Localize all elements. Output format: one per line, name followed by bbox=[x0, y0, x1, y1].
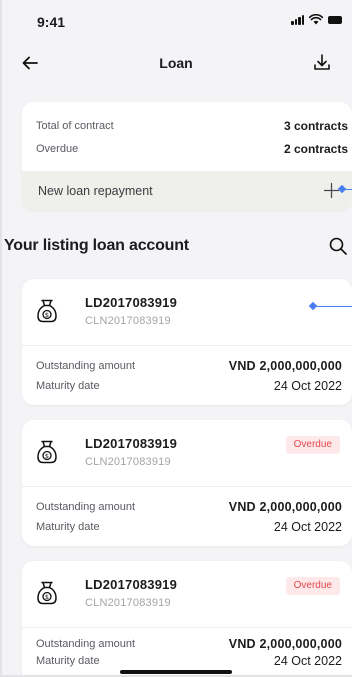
outstanding-value: VND 2,000,000,000 bbox=[228, 359, 342, 373]
total-contract-value: 3 contracts bbox=[283, 119, 348, 133]
maturity-label: Maturity date bbox=[36, 521, 100, 533]
outstanding-label: Outstanding amount bbox=[36, 360, 136, 372]
maturity-row: Maturity date 24 Oct 2022 bbox=[36, 379, 342, 393]
money-bag-icon: $ bbox=[37, 440, 57, 464]
svg-text:$: $ bbox=[45, 593, 49, 601]
loan-cln: CLN2017083919 bbox=[85, 456, 171, 468]
outstanding-value: VND 2,000,000,000 bbox=[228, 500, 342, 514]
annotation-line bbox=[342, 188, 352, 190]
battery-icon bbox=[328, 15, 342, 24]
loan-id: LD2017083919 bbox=[85, 295, 178, 310]
overdue-badge: Overdue bbox=[285, 577, 340, 595]
loan-card[interactable]: $ LD2017083919 CLN2017083919 Outstanding… bbox=[22, 279, 352, 405]
outstanding-row: Outstanding amount VND 2,000,000,000 bbox=[36, 359, 342, 373]
money-bag-icon: $ bbox=[37, 299, 57, 323]
maturity-label: Maturity date bbox=[36, 655, 100, 667]
money-bag-icon: $ bbox=[37, 581, 57, 605]
outstanding-row: Outstanding amount VND 2,000,000,000 bbox=[36, 500, 342, 514]
maturity-row: Maturity date 24 Oct 2022 bbox=[36, 520, 342, 534]
app-header: Loan bbox=[0, 44, 352, 82]
loan-card[interactable]: $ LD2017083919 CLN2017083919 Overdue Out… bbox=[22, 420, 352, 546]
maturity-value: 24 Oct 2022 bbox=[273, 654, 342, 668]
status-bar: 9:41 bbox=[0, 0, 352, 44]
overdue-row: Overdue 2 contracts bbox=[36, 142, 348, 156]
loan-id: LD2017083919 bbox=[85, 577, 178, 592]
total-contract-row: Total of contract 3 contracts bbox=[36, 119, 348, 133]
overdue-badge: Overdue bbox=[285, 436, 340, 454]
svg-text:$: $ bbox=[45, 452, 49, 460]
overdue-value: 2 contracts bbox=[283, 142, 348, 156]
divider bbox=[22, 486, 352, 487]
new-loan-repayment-label: New loan repayment bbox=[38, 183, 153, 198]
search-icon bbox=[329, 237, 347, 255]
maturity-row: Maturity date 24 Oct 2022 bbox=[36, 654, 342, 668]
overdue-label: Overdue bbox=[36, 143, 79, 155]
loan-cln: CLN2017083919 bbox=[85, 597, 171, 609]
outstanding-label: Outstanding amount bbox=[36, 501, 136, 513]
outstanding-value: VND 2,000,000,000 bbox=[228, 637, 342, 651]
contract-summary-card: Total of contract 3 contracts Overdue 2 … bbox=[22, 102, 352, 210]
wifi-icon bbox=[309, 14, 323, 25]
maturity-value: 24 Oct 2022 bbox=[273, 520, 342, 534]
download-button[interactable] bbox=[308, 49, 336, 77]
outstanding-label: Outstanding amount bbox=[36, 638, 136, 650]
loan-cln: CLN2017083919 bbox=[85, 315, 171, 327]
annotation-line bbox=[313, 305, 352, 307]
page-title: Loan bbox=[159, 55, 193, 71]
new-loan-repayment-button[interactable]: New loan repayment bbox=[22, 171, 352, 210]
download-icon bbox=[314, 54, 330, 70]
divider bbox=[22, 627, 352, 628]
divider bbox=[22, 345, 352, 346]
status-icons bbox=[291, 14, 342, 25]
home-indicator bbox=[120, 670, 232, 674]
loan-id: LD2017083919 bbox=[85, 436, 178, 451]
maturity-label: Maturity date bbox=[36, 380, 100, 392]
phone-screen: 9:41 Loan Total of contract 3 contracts … bbox=[0, 0, 352, 677]
section-title: Your listing loan account bbox=[4, 237, 189, 254]
outstanding-row: Outstanding amount VND 2,000,000,000 bbox=[36, 637, 342, 651]
status-time: 9:41 bbox=[37, 14, 66, 30]
cellular-signal-icon bbox=[291, 14, 304, 25]
maturity-value: 24 Oct 2022 bbox=[273, 379, 342, 393]
plus-icon bbox=[323, 182, 340, 199]
search-button[interactable] bbox=[326, 234, 350, 258]
total-contract-label: Total of contract bbox=[36, 120, 114, 132]
loan-card[interactable]: $ LD2017083919 CLN2017083919 Overdue Out… bbox=[22, 561, 352, 677]
svg-text:$: $ bbox=[45, 311, 49, 319]
